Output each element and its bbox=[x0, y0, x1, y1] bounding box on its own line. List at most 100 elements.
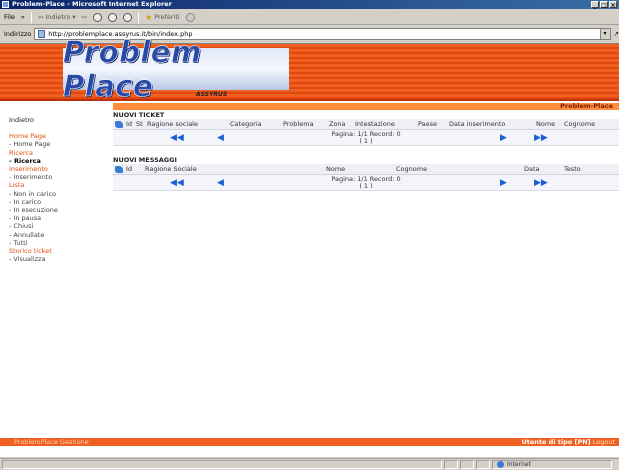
browser-toolbar: File » ⇦ Indietro ▾ ⇨ ★ Preferiti bbox=[0, 10, 619, 25]
col-categoria[interactable]: Categoria bbox=[230, 119, 262, 130]
status-cell bbox=[460, 460, 474, 469]
tickets-title: NUOVI TICKET bbox=[113, 111, 165, 119]
sidebar-item-tutti[interactable]: - Tutti bbox=[9, 239, 104, 247]
history-icon[interactable] bbox=[185, 12, 195, 22]
first-page-icon[interactable]: ◀◀ bbox=[170, 179, 184, 188]
record-count: Record: 0 bbox=[369, 175, 401, 183]
section-title-lista[interactable]: Lista bbox=[9, 181, 104, 189]
status-cell bbox=[476, 460, 490, 469]
section-title-inserimento[interactable]: Inserimento bbox=[9, 165, 104, 173]
sidebar-item-inserimento[interactable]: - Inserimento bbox=[9, 173, 104, 181]
sidebar-item-annullate[interactable]: - Annullate bbox=[9, 231, 104, 239]
back-label: Indietro bbox=[45, 13, 71, 21]
prev-page-icon[interactable]: ◀ bbox=[217, 134, 224, 143]
col-st[interactable]: St bbox=[136, 119, 143, 130]
people-icon bbox=[115, 121, 123, 128]
favorites-button[interactable]: ★ Preferiti bbox=[145, 13, 180, 22]
messages-pagination: ◀◀ ◀ Pagina: 1/1 Record: 0 ( 1 ) ▶ ▶▶ bbox=[113, 175, 619, 191]
sidebar-item-chiusi[interactable]: - Chiusi bbox=[9, 222, 104, 230]
messages-page-info: Pagina: 1/1 Record: 0 ( 1 ) bbox=[321, 176, 411, 190]
messages-title: NUOVI MESSAGGI bbox=[113, 156, 177, 164]
sidebar-section-inserimento: Inserimento - Inserimento bbox=[9, 165, 104, 181]
security-zone: Internet bbox=[492, 460, 612, 469]
messages-header-row: Id Ragione Sociale Nome Cognome Data Tes… bbox=[113, 164, 619, 175]
go-icon[interactable]: ↗ bbox=[614, 30, 619, 38]
col-id[interactable]: Id bbox=[126, 119, 132, 130]
sidebar-item-non-in-carico[interactable]: - Non in carico bbox=[9, 190, 104, 198]
globe-icon bbox=[497, 461, 504, 468]
favorites-label: Preferiti bbox=[154, 13, 180, 21]
next-page-icon[interactable]: ▶ bbox=[500, 134, 507, 143]
status-message bbox=[2, 460, 442, 469]
browser-statusbar: Internet bbox=[0, 458, 619, 470]
col-ragione-sociale[interactable]: Ragione sociale bbox=[147, 119, 198, 130]
home-icon[interactable] bbox=[123, 12, 133, 22]
menu-file[interactable]: File bbox=[4, 13, 15, 21]
tickets-page-info: Pagina: 1/1 Record: 0 ( 1 ) bbox=[321, 131, 411, 145]
col-data-inserimento[interactable]: Data inserimento bbox=[449, 119, 505, 130]
col-cognome[interactable]: Cognome bbox=[564, 119, 595, 130]
col-cognome[interactable]: Cognome bbox=[396, 164, 427, 175]
address-dropdown-icon[interactable]: ▾ bbox=[599, 29, 610, 39]
window-title: Problem-Place - Microsoft Internet Explo… bbox=[12, 0, 172, 8]
sidebar: Indietro Home Page - Home Page Ricerca -… bbox=[9, 116, 104, 263]
first-page-icon[interactable]: ◀◀ bbox=[170, 134, 184, 143]
col-paese[interactable]: Paese bbox=[418, 119, 437, 130]
menu-more[interactable]: » bbox=[21, 13, 25, 21]
sidebar-item-in-pausa[interactable]: - In pausa bbox=[9, 214, 104, 222]
next-page-icon[interactable]: ▶ bbox=[500, 179, 507, 188]
col-nome[interactable]: Nome bbox=[536, 119, 555, 130]
tickets-pagination: ◀◀ ◀ Pagina: 1/1 Record: 0 ( 1 ) ▶ ▶▶ bbox=[113, 130, 619, 146]
current-page-link[interactable]: ( 1 ) bbox=[359, 137, 372, 145]
sidebar-item-in-esecuzione[interactable]: - In esecuzione bbox=[9, 206, 104, 214]
col-testo[interactable]: Testo bbox=[564, 164, 581, 175]
tickets-header-row: Id St Ragione sociale Categoria Problema… bbox=[113, 119, 619, 130]
section-title-home[interactable]: Home Page bbox=[9, 132, 104, 140]
col-data[interactable]: Data bbox=[524, 164, 540, 175]
forward-button[interactable]: ⇨ bbox=[82, 13, 87, 21]
zone-label: Internet bbox=[507, 461, 531, 468]
last-page-icon[interactable]: ▶▶ bbox=[534, 179, 548, 188]
sidebar-section-home: Home Page - Home Page bbox=[9, 132, 104, 148]
sidebar-section-ricerca: Ricerca - Ricerca bbox=[9, 149, 104, 165]
window-controls: _ □ × bbox=[591, 1, 617, 9]
people-icon bbox=[115, 166, 123, 173]
back-button[interactable]: ⇦ Indietro ▾ bbox=[38, 13, 76, 21]
section-title-ricerca[interactable]: Ricerca bbox=[9, 149, 104, 157]
col-problema[interactable]: Problema bbox=[283, 119, 314, 130]
page-icon bbox=[38, 30, 46, 38]
maximize-button[interactable]: □ bbox=[600, 1, 608, 9]
minimize-button[interactable]: _ bbox=[591, 1, 599, 9]
back-link[interactable]: Indietro bbox=[9, 116, 104, 124]
subbrand: ASSYRUS bbox=[196, 91, 228, 98]
sidebar-item-visualizza[interactable]: - Visualizza bbox=[9, 255, 104, 263]
toolbar-separator bbox=[30, 11, 32, 23]
logout-link[interactable]: Logout bbox=[593, 438, 615, 446]
col-ragione-sociale[interactable]: Ragione Sociale bbox=[145, 164, 197, 175]
sidebar-item-home-page[interactable]: - Home Page bbox=[9, 140, 104, 148]
status-cell bbox=[444, 460, 458, 469]
page-footer: ProblemPlace Gestione Utente di tipo [PN… bbox=[0, 438, 619, 446]
last-page-icon[interactable]: ▶▶ bbox=[534, 134, 548, 143]
section-title-storico[interactable]: Storico ticket bbox=[9, 247, 104, 255]
sidebar-item-ricerca[interactable]: - Ricerca bbox=[9, 157, 104, 165]
col-nome[interactable]: Nome bbox=[326, 164, 345, 175]
user-type: Utente di tipo [PN] bbox=[521, 438, 591, 446]
forward-arrow-icon: ⇨ bbox=[81, 13, 88, 21]
stop-icon[interactable] bbox=[93, 12, 103, 22]
col-intestazione[interactable]: Intestazione bbox=[355, 119, 395, 130]
dropdown-icon: ▾ bbox=[72, 13, 76, 21]
prev-page-icon[interactable]: ◀ bbox=[217, 179, 224, 188]
address-label: Indirizzo bbox=[4, 30, 32, 38]
close-button[interactable]: × bbox=[609, 1, 617, 9]
sidebar-item-in-carico[interactable]: - In carico bbox=[9, 198, 104, 206]
header-banner: Problem Place ASSYRUS bbox=[0, 35, 619, 103]
back-arrow-icon: ⇦ bbox=[37, 13, 44, 21]
logo: Problem Place bbox=[63, 35, 289, 103]
col-id[interactable]: Id bbox=[126, 164, 132, 175]
brand-bar: Problem-Place bbox=[113, 103, 619, 110]
col-zona[interactable]: Zona bbox=[329, 119, 346, 130]
refresh-icon[interactable] bbox=[108, 12, 118, 22]
current-page-link[interactable]: ( 1 ) bbox=[359, 182, 372, 190]
